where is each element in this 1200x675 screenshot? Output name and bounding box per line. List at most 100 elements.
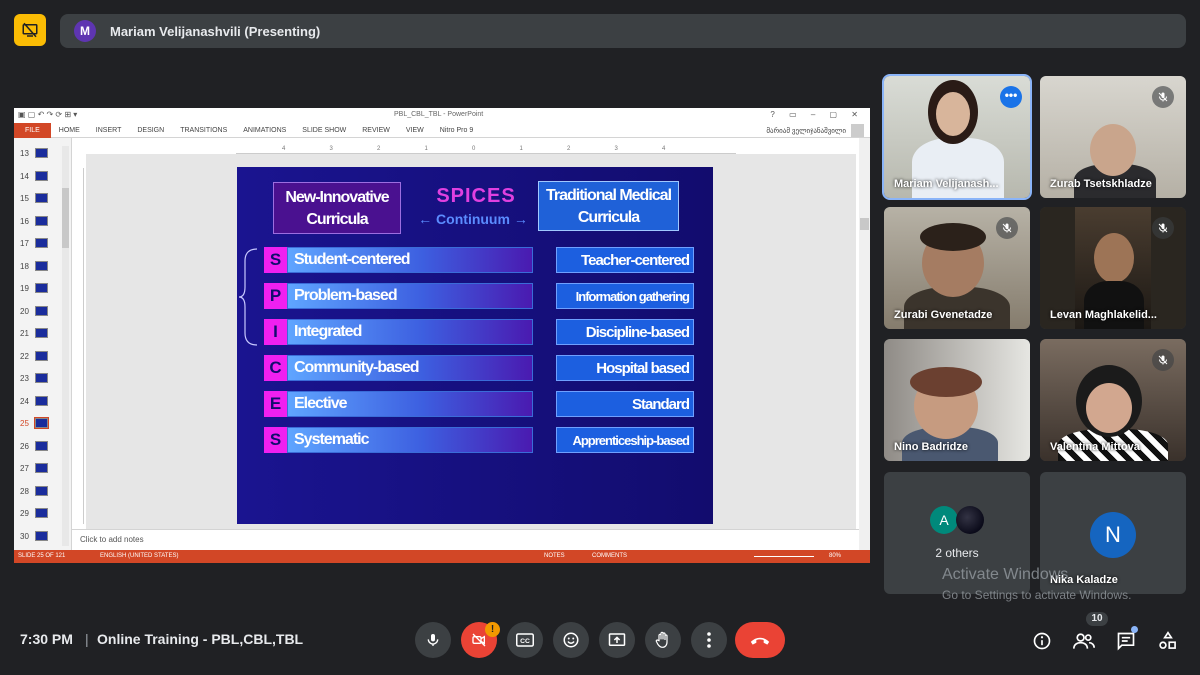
more-options-icon[interactable]: ••• <box>1000 86 1022 108</box>
ppt-user-name: მარიამ ველიჯანაშვილი <box>766 128 846 135</box>
present-screen-icon <box>608 633 626 646</box>
ribbon-tab[interactable]: ANIMATIONS <box>235 123 294 138</box>
slide-thumbnail-image <box>35 260 48 271</box>
spices-letter: C <box>264 355 287 381</box>
activities-button[interactable] <box>1155 628 1181 654</box>
slide-counter: SLIDE 25 OF 121 <box>18 553 66 559</box>
spices-right-box: Discipline-based <box>556 319 694 345</box>
chat-icon <box>1117 632 1135 651</box>
spices-left-bar: Integrated <box>287 319 533 345</box>
captions-button[interactable]: CC <box>507 622 543 658</box>
participant-avatar: N <box>1090 512 1136 558</box>
meeting-details-button[interactable] <box>1029 628 1055 654</box>
ruler-mark: 3 <box>329 146 333 152</box>
slide-thumbnail-number: 14 <box>20 171 29 181</box>
activities-icon <box>1159 631 1176 649</box>
ruler-mark: 2 <box>377 146 381 152</box>
ribbon-tab[interactable]: HOME <box>51 123 88 138</box>
more-options-button[interactable] <box>691 622 727 658</box>
slide-thumbnail-image <box>35 193 48 203</box>
notes-toggle[interactable]: NOTES <box>544 553 565 559</box>
ribbon-tab[interactable]: Nitro Pro 9 <box>432 123 481 138</box>
spices-right-box: Standard <box>556 391 694 417</box>
camera-off-icon <box>472 633 486 647</box>
slide-thumbnail-number: 16 <box>20 216 29 226</box>
slide-thumbnail-image <box>35 170 48 181</box>
meeting-title[interactable]: Online Training - PBL,CBL,TBL <box>97 631 303 647</box>
slide-scroll-thumb[interactable] <box>860 218 869 230</box>
quick-access-icons[interactable]: ▣ ▢ ↶ ↷ ⟳ ⊞ ▾ <box>18 110 77 119</box>
current-slide: New-Innovative Curricula SPICES ← Contin… <box>237 167 713 524</box>
spices-right-text: Discipline-based <box>585 324 690 341</box>
horizontal-ruler: 4 3 2 1 0 1 2 3 4 <box>236 146 736 154</box>
participant-tile[interactable]: Zurab Tsetskhladze <box>1040 76 1186 198</box>
spices-left-text: Student-centered <box>294 251 411 268</box>
stop-presenting-icon[interactable] <box>14 14 46 46</box>
zoom-level[interactable]: 80% <box>829 553 841 559</box>
slide-thumbnail-number: 19 <box>20 284 29 293</box>
participant-tile[interactable]: Valentina Mittova <box>1040 339 1186 461</box>
slide-thumbnail-image <box>35 283 48 293</box>
left-header-box: New-Innovative Curricula <box>273 182 401 234</box>
emoji-icon <box>563 632 579 648</box>
ruler-mark: 0 <box>472 146 476 152</box>
participant-tile[interactable]: ••• Mariam Velijanash... <box>882 74 1032 200</box>
camera-alert-icon: ! <box>485 622 500 637</box>
slide-scrollbar[interactable] <box>859 138 870 550</box>
reactions-button[interactable] <box>553 622 589 658</box>
ppt-file-title: PBL_CBL_TBL - PowerPoint <box>394 111 484 118</box>
chat-button[interactable] <box>1113 626 1139 654</box>
notes-placeholder: Click to add notes <box>80 535 144 544</box>
ribbon-tab[interactable]: FILE <box>14 123 51 138</box>
ruler-mark: 4 <box>282 146 286 152</box>
mic-off-icon <box>1152 86 1174 108</box>
mic-off-icon <box>1152 349 1174 371</box>
ribbon-tab[interactable]: INSERT <box>88 123 130 138</box>
ribbon-tab[interactable]: SLIDE SHOW <box>294 123 354 138</box>
activate-windows-title: Activate Windows <box>942 566 1069 583</box>
presenter-name: Mariam Velijanashvili (Presenting) <box>110 23 321 39</box>
mic-off-icon <box>996 217 1018 239</box>
slide-thumbnail-number: 24 <box>20 396 29 406</box>
ppt-status-bar: SLIDE 25 OF 121 ENGLISH (UNITED STATES) … <box>14 550 870 563</box>
spices-letter: E <box>264 391 287 417</box>
spices-right-box: Information gathering <box>556 283 694 309</box>
ribbon-tab[interactable]: REVIEW <box>354 123 398 138</box>
people-button[interactable] <box>1071 628 1097 654</box>
spices-right-text: Apprenticeship-based <box>572 433 690 448</box>
ribbon-tab[interactable]: VIEW <box>398 123 432 138</box>
slide-thumbnail-number: 25 <box>20 419 29 428</box>
raise-hand-button[interactable] <box>645 622 681 658</box>
notes-pane[interactable]: Click to add notes <box>72 529 859 549</box>
ribbon-tab[interactable]: TRANSITIONS <box>172 123 235 138</box>
participant-tile[interactable]: Zurabi Gvenetadze <box>884 207 1030 329</box>
spices-letter: S <box>264 247 287 273</box>
participant-name: Zurab Tsetskhladze <box>1050 178 1152 190</box>
end-call-button[interactable] <box>735 622 785 658</box>
presenter-avatar: M <box>74 20 96 42</box>
slide-thumbnail-image <box>35 148 48 158</box>
language-status[interactable]: ENGLISH (UNITED STATES) <box>100 553 178 559</box>
zoom-slider[interactable] <box>754 556 814 557</box>
comments-toggle[interactable]: COMMENTS <box>592 553 627 559</box>
participant-tile[interactable]: Levan Maghlakelid... <box>1040 207 1186 329</box>
slide-thumbnail-image <box>35 485 48 496</box>
participant-tile[interactable]: Nino Badridze <box>884 339 1030 461</box>
slide-thumbnail-image <box>35 328 48 338</box>
slide-thumbnail-number: 21 <box>20 329 29 338</box>
more-vert-icon <box>707 632 711 648</box>
spices-row: I Integrated Discipline-based <box>264 319 694 345</box>
right-header-box: Traditional Medical Curricula <box>538 181 679 231</box>
others-count: 2 others <box>935 546 979 560</box>
spices-letter: I <box>264 319 287 345</box>
spices-left-bar: Problem-based <box>287 283 533 309</box>
ribbon-tab[interactable]: DESIGN <box>129 123 172 138</box>
microphone-button[interactable] <box>415 622 451 658</box>
slide-thumbnail-number: 15 <box>20 194 29 203</box>
window-controls-icon[interactable]: ? ▭ – ▢ ✕ <box>770 110 864 119</box>
clock: 7:30 PM <box>20 631 73 647</box>
thumbnail-scroll-thumb[interactable] <box>62 188 69 248</box>
vertical-ruler <box>76 168 84 524</box>
spices-right-box: Hospital based <box>556 355 694 381</box>
present-button[interactable] <box>599 622 635 658</box>
